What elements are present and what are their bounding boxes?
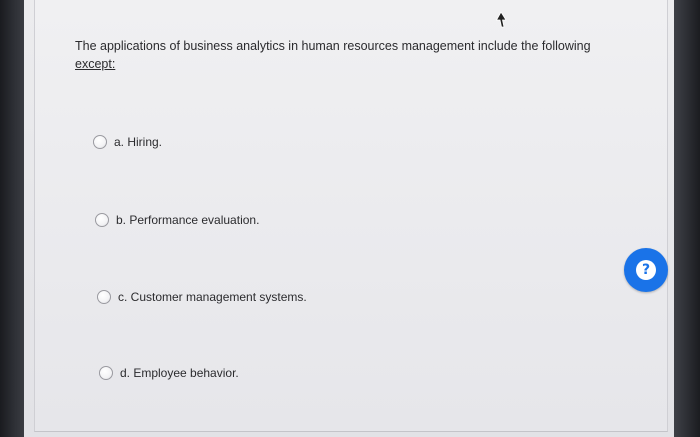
option-a[interactable]: a. Hiring. <box>93 135 162 149</box>
option-a-label: a. Hiring. <box>114 135 163 149</box>
option-d-label: d. Employee behavior. <box>120 366 239 380</box>
option-b[interactable]: b. Performance evaluation. <box>95 213 259 227</box>
question-body: The applications of business analytics i… <box>75 39 591 53</box>
question-text: The applications of business analytics i… <box>75 37 655 73</box>
radio-button-c[interactable] <box>97 290 111 304</box>
option-b-label: b. Performance evaluation. <box>116 213 260 227</box>
question-panel: The applications of business analytics i… <box>34 0 668 432</box>
option-d[interactable]: d. Employee behavior. <box>99 366 239 380</box>
radio-button-d[interactable] <box>99 366 113 380</box>
monitor-bezel-right <box>674 0 700 437</box>
screen-area: The applications of business analytics i… <box>24 0 674 437</box>
question-except: except: <box>75 57 116 71</box>
radio-button-a[interactable] <box>93 135 107 149</box>
option-c[interactable]: c. Customer management systems. <box>97 290 307 304</box>
help-button[interactable]: ? <box>624 248 668 292</box>
mouse-cursor-icon <box>495 11 507 28</box>
radio-button-b[interactable] <box>95 213 109 227</box>
question-mark-icon: ? <box>636 260 656 280</box>
option-c-label: c. Customer management systems. <box>118 290 307 304</box>
monitor-bezel-left <box>0 0 24 437</box>
